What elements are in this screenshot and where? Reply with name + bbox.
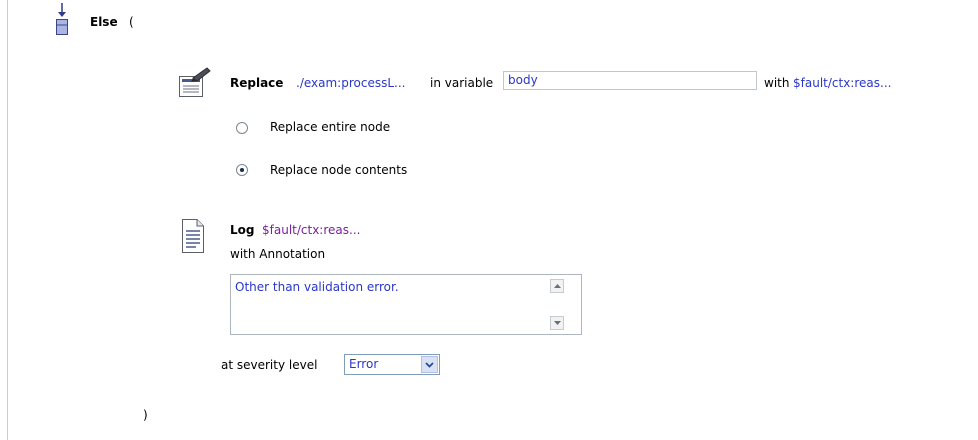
- annotation-textarea[interactable]: Other than validation error.: [230, 274, 582, 335]
- replace-entire-node-radio[interactable]: [236, 122, 248, 134]
- else-node-icon: [54, 3, 70, 37]
- else-keyword: Else: [90, 15, 118, 29]
- chevron-down-icon: [425, 361, 434, 368]
- severity-label: at severity level: [221, 358, 318, 372]
- log-expression-link[interactable]: $fault/ctx:reas...: [262, 223, 360, 237]
- replace-node-contents-label[interactable]: Replace node contents: [270, 163, 407, 177]
- severity-value: Error: [349, 357, 379, 371]
- variable-input[interactable]: body: [503, 71, 757, 90]
- variable-input-value: body: [508, 73, 538, 87]
- scroll-up-button[interactable]: [550, 279, 564, 293]
- severity-select[interactable]: Error: [344, 354, 440, 375]
- replace-expression-link[interactable]: $fault/ctx:reas...: [793, 76, 891, 90]
- log-action-icon[interactable]: [180, 217, 206, 255]
- replace-entire-node-label[interactable]: Replace entire node: [270, 120, 390, 134]
- in-variable-label: in variable: [430, 76, 494, 90]
- replace-keyword: Replace: [230, 76, 284, 90]
- annotation-text: Other than validation error.: [235, 280, 399, 294]
- arrow-down-icon: [553, 321, 561, 325]
- else-close-paren: ): [143, 408, 148, 422]
- replace-action-icon[interactable]: [177, 67, 213, 99]
- annotation-label: with Annotation: [230, 247, 326, 261]
- radio-selected-dot: [240, 168, 244, 172]
- log-keyword: Log: [230, 223, 255, 237]
- left-border-line: [7, 0, 8, 440]
- scroll-down-button[interactable]: [550, 316, 564, 330]
- dropdown-arrow-button[interactable]: [421, 356, 438, 373]
- replace-node-contents-radio[interactable]: [236, 164, 248, 176]
- replace-xpath-link[interactable]: ./exam:processL...: [296, 76, 405, 90]
- with-label: with: [764, 76, 790, 90]
- else-open-paren: (: [129, 15, 134, 29]
- arrow-up-icon: [553, 284, 561, 288]
